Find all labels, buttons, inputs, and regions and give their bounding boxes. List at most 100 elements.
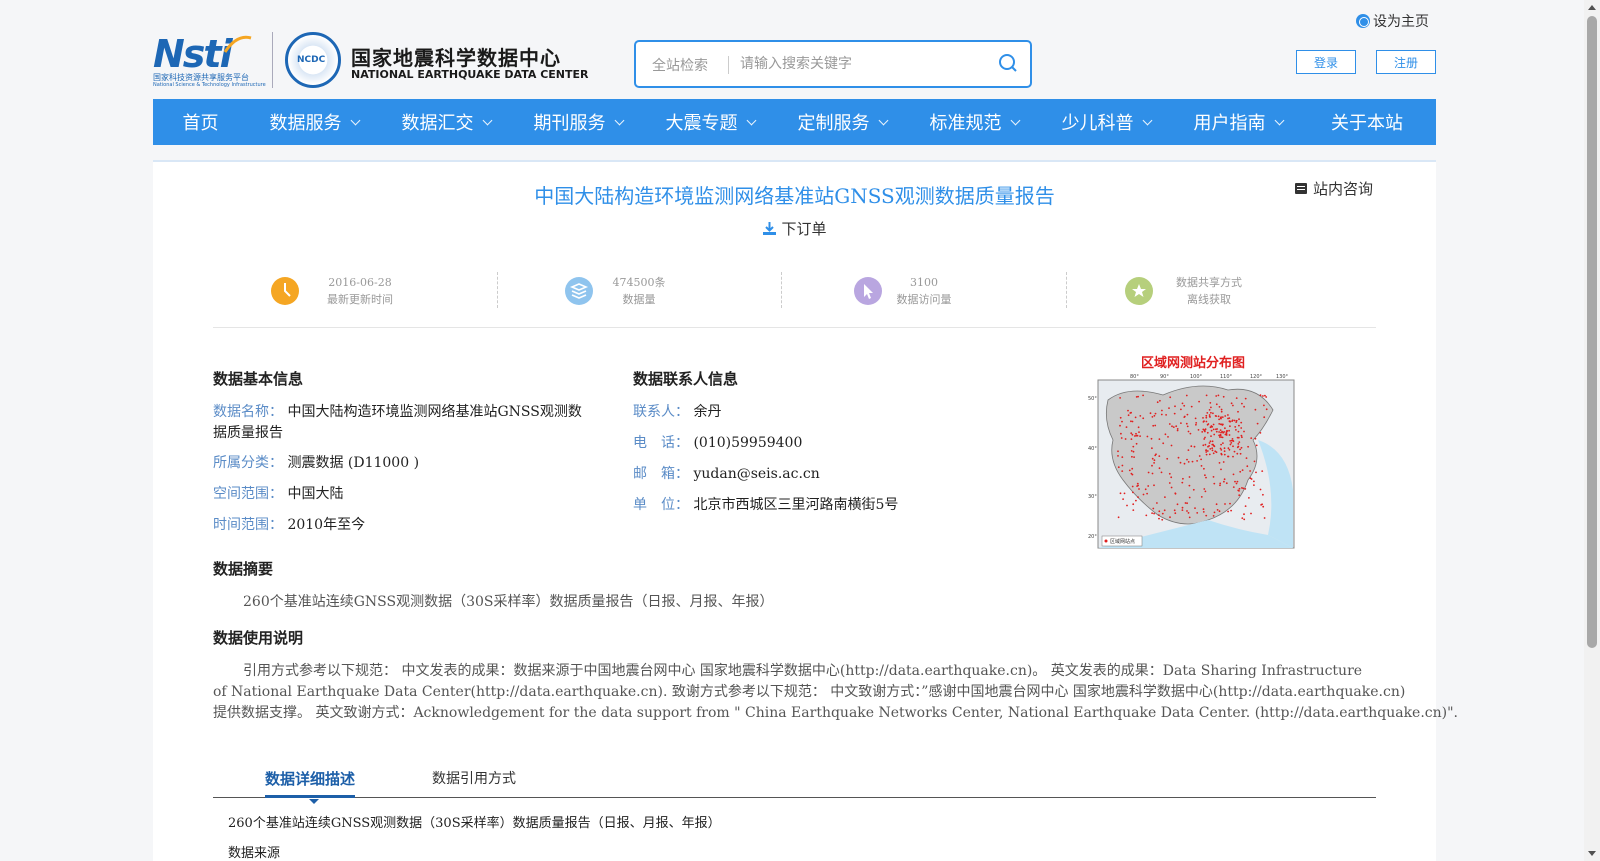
station-dot [1168,407,1170,409]
station-dot [1190,405,1193,408]
nav-item-kids-science[interactable]: 少儿科普 [1040,99,1172,145]
nsti-swoosh-icon [223,35,252,53]
register-button[interactable]: 注册 [1376,50,1436,74]
field-value[interactable]: yudan@seis.ac.cn [693,466,819,482]
station-dot [1262,493,1264,496]
station-dot [1127,414,1130,417]
station-dot [1246,465,1249,468]
station-dot [1123,492,1126,495]
nav-item-home[interactable]: 首页 [153,99,248,145]
station-dot [1121,464,1124,467]
tab-data-citation[interactable]: 数据引用方式 [432,768,516,788]
station-dot [1211,449,1214,452]
scroll-thumb[interactable] [1587,16,1597,648]
scroll-down-icon[interactable] [1588,851,1596,856]
station-dot [1176,503,1179,506]
station-dot [1203,488,1206,490]
station-dot [1248,497,1250,499]
station-dot [1152,507,1155,510]
station-dot [1132,509,1135,511]
station-dot [1220,453,1223,456]
station-dot [1162,442,1165,445]
station-dot [1173,509,1176,512]
station-dot [1139,435,1141,437]
station-dot [1231,420,1233,422]
station-dot [1218,510,1221,513]
nav-item-data-submission[interactable]: 数据汇交 [380,99,512,145]
station-dot [1224,427,1226,430]
station-dot [1215,395,1218,397]
station-dot [1188,484,1191,487]
station-dot [1232,455,1234,458]
station-dot [1191,460,1194,463]
station-dot [1210,429,1213,432]
station-dot [1232,486,1235,488]
station-dot [1235,482,1238,485]
station-dot [1249,477,1252,480]
station-dot [1218,418,1220,421]
station-dot [1210,425,1213,428]
station-dot [1157,514,1160,516]
station-dot [1117,516,1120,519]
nav-item-data-service[interactable]: 数据服务 [248,99,380,145]
station-dot [1188,496,1191,499]
nav-item-major-quakes[interactable]: 大震专题 [644,99,776,145]
nav-item-label: 定制服务 [797,113,870,134]
station-dot [1250,512,1252,515]
consult-link[interactable]: 站内咨询 [1295,178,1373,199]
station-dot [1261,470,1264,472]
station-dot [1136,482,1139,485]
station-dot [1117,455,1119,457]
station-dot [1200,496,1203,498]
station-dot [1240,446,1243,449]
order-label: 下订单 [781,220,827,238]
station-dot [1196,512,1199,514]
search-input[interactable] [740,52,970,76]
station-dot [1117,466,1120,469]
nav-item-about[interactable]: 关于本站 [1304,99,1430,145]
station-dot [1235,397,1238,399]
station-dot [1130,438,1133,440]
station-dot [1233,450,1236,453]
nav-item-standards[interactable]: 标准规范 [908,99,1040,145]
station-dot [1175,425,1178,428]
login-button[interactable]: 登录 [1296,50,1356,74]
search-scope[interactable]: 全站检索 [652,55,708,75]
station-map[interactable]: 区域网测站分布图 区域网站点 80° 90° 100° 110° 120° 13… [1088,352,1298,552]
station-dot [1158,467,1161,470]
nav-item-label: 关于本站 [1331,113,1403,134]
station-dot [1201,431,1204,433]
nav-item-journal[interactable]: 期刊服务 [512,99,644,145]
station-dot [1137,426,1140,429]
station-dot [1260,504,1262,506]
layers-icon [564,276,594,306]
station-dot [1121,470,1124,472]
station-dot [1205,416,1208,419]
station-dot [1181,481,1184,484]
site-logo[interactable]: Nsti 国家科技资源共享服务平台 National Science & Tec… [153,28,588,90]
station-dot [1131,485,1134,488]
tab-data-description[interactable]: 数据详细描述 [265,768,356,804]
scroll-up-icon[interactable] [1588,5,1596,10]
station-dot [1223,478,1226,481]
vertical-scrollbar[interactable] [1584,0,1600,861]
ncdc-seal-icon: NCDC [285,32,341,88]
station-dot [1256,422,1259,425]
station-dot [1130,432,1133,435]
set-home-link[interactable]: 设为主页 [1356,11,1429,31]
nav-item-custom-service[interactable]: 定制服务 [776,99,908,145]
order-button[interactable]: 下订单 [153,218,1436,239]
station-dot [1241,469,1244,471]
map-lon-tick: 80° [1130,374,1139,380]
station-dot [1185,422,1188,425]
chevron-down-icon [1142,115,1152,125]
nav-item-user-guide[interactable]: 用户指南 [1172,99,1304,145]
search-icon[interactable] [998,53,1018,73]
station-dot [1220,468,1222,471]
station-dot [1174,512,1177,515]
station-dot [1204,443,1207,446]
station-dot [1142,417,1145,420]
station-dot [1119,416,1122,419]
station-dot [1142,493,1145,496]
station-dot [1151,464,1153,467]
